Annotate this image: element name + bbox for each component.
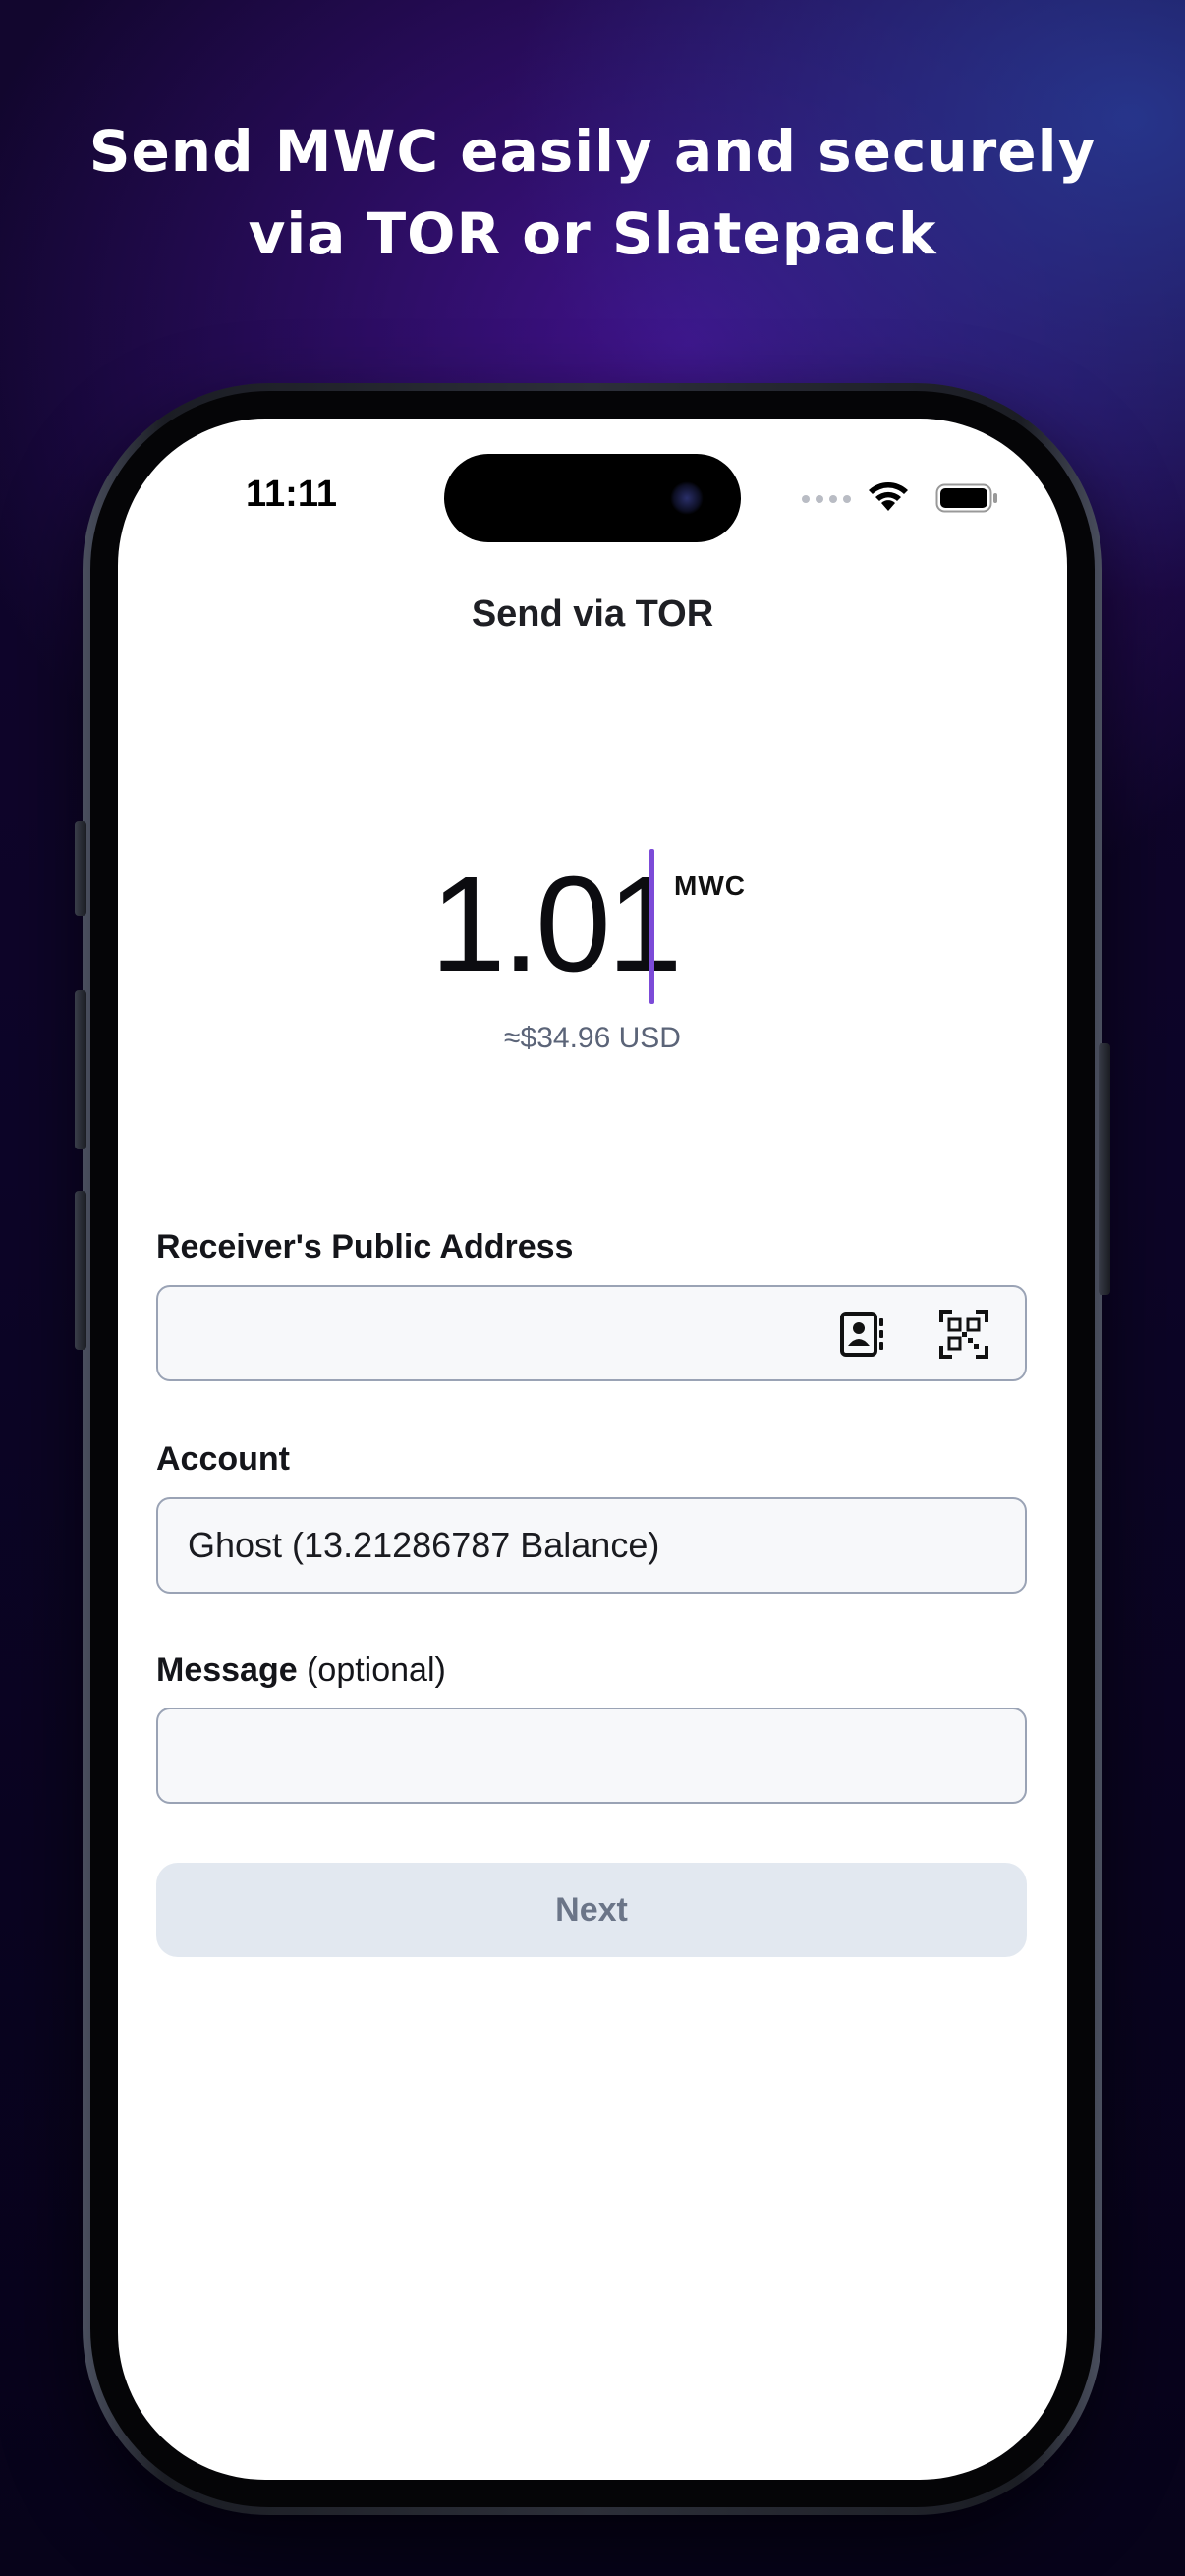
power-button — [1099, 1043, 1110, 1295]
next-button[interactable]: Next — [156, 1863, 1027, 1957]
account-label: Account — [156, 1440, 290, 1478]
receiver-address-label: Receiver's Public Address — [156, 1228, 574, 1265]
amount-value[interactable]: 1.01 — [430, 841, 683, 1008]
message-label: Message (optional) — [156, 1652, 446, 1690]
qr-scan-icon[interactable] — [938, 1309, 989, 1360]
status-time: 11:11 — [246, 474, 337, 515]
volume-up-button — [75, 990, 86, 1149]
wifi-icon — [869, 482, 908, 511]
message-optional-hint: (optional) — [307, 1652, 446, 1689]
receiver-address-field[interactable] — [156, 1285, 1027, 1381]
headline-line-1: Send MWC easily and securely — [88, 118, 1097, 185]
message-field[interactable] — [156, 1708, 1027, 1804]
account-select[interactable]: Ghost (13.21286787 Balance) — [156, 1497, 1027, 1594]
fiat-equivalent: ≈$34.96 USD — [504, 1022, 681, 1054]
headline-line-2: via TOR or Slatepack — [248, 200, 937, 267]
action-button — [75, 821, 86, 916]
camera-lens — [670, 481, 704, 515]
text-caret — [649, 849, 654, 1004]
message-label-text: Message — [156, 1652, 298, 1689]
app-screen: 11:11 Send via TOR 1.01 MWC ≈$34.96 USD … — [118, 419, 1067, 2480]
status-icons — [802, 477, 997, 517]
page-title: Send via TOR — [471, 593, 714, 635]
account-value[interactable]: Ghost (13.21286787 Balance) — [188, 1499, 659, 1592]
battery-icon — [935, 483, 997, 513]
cellular-dots-icon — [802, 495, 851, 503]
amount-unit: MWC — [674, 870, 746, 901]
dynamic-island — [444, 454, 741, 542]
contacts-icon[interactable] — [836, 1309, 887, 1360]
volume-down-button — [75, 1191, 86, 1350]
promo-headline: Send MWC easily and securely via TOR or … — [0, 110, 1185, 275]
